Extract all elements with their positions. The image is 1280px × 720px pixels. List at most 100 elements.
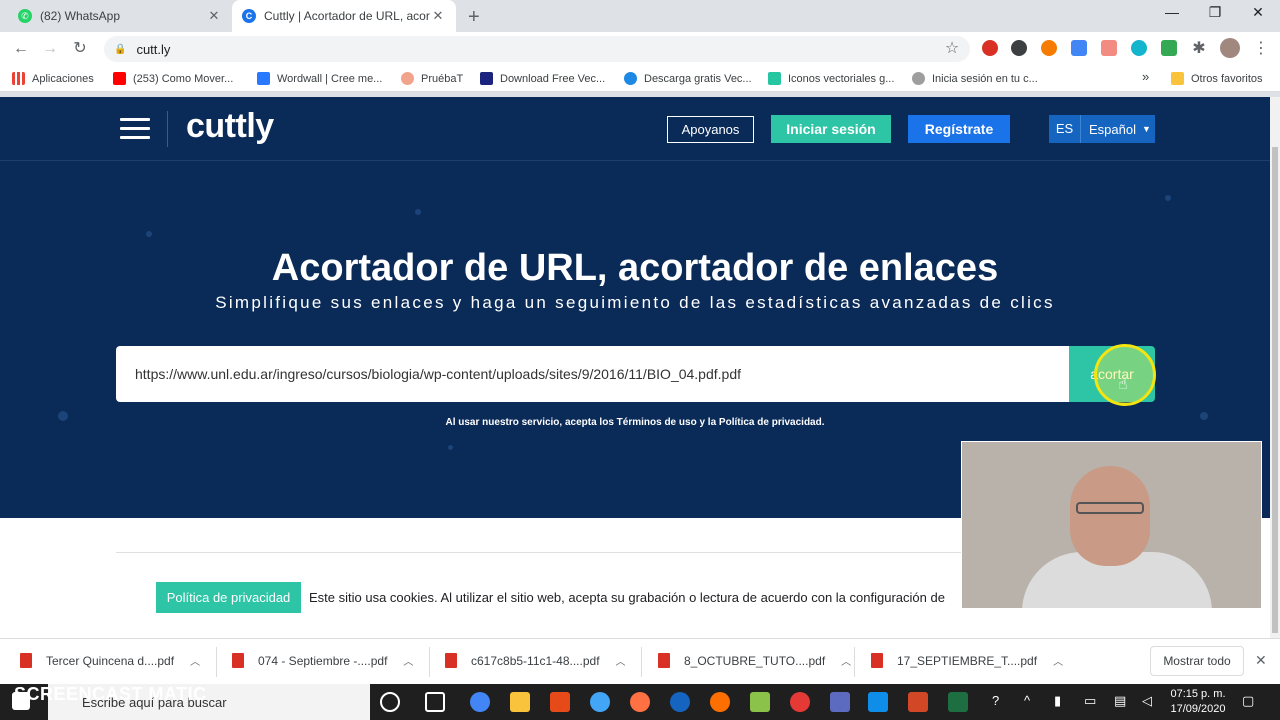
app-icon[interactable] <box>750 692 770 712</box>
reload-icon[interactable]: ↻ <box>69 38 91 60</box>
tab-cuttly[interactable]: C Cuttly | Acortador de URL, acorta ✕ <box>232 0 456 32</box>
firefox-icon[interactable] <box>710 692 730 712</box>
cuttly-favicon-icon: C <box>242 9 256 23</box>
download-item[interactable]: 8_OCTUBRE_TUTO....pdf ︿ <box>658 653 851 668</box>
divider <box>429 647 430 677</box>
recorded-with-label: RECORDED WITH <box>16 668 93 678</box>
bookmark-label: Otros favoritos <box>1191 72 1263 85</box>
freepik-icon <box>624 72 637 85</box>
tab-whatsapp[interactable]: ✆ (82) WhatsApp ✕ <box>8 0 232 32</box>
divider <box>854 647 855 677</box>
app-icon[interactable] <box>670 692 690 712</box>
register-button[interactable]: Regístrate <box>908 115 1010 143</box>
bookmark-item[interactable]: PruébaT <box>401 72 463 85</box>
page-scrollbar[interactable] <box>1270 97 1280 638</box>
download-item[interactable]: 17_SEPTIEMBRE_T....pdf ︿ <box>871 653 1063 668</box>
download-item[interactable]: c617c8b5-11c1-48....pdf ︿ <box>445 653 626 668</box>
download-extension-icon[interactable] <box>1011 40 1027 56</box>
bookmark-label: Iconos vectoriales g... <box>788 72 895 85</box>
download-item[interactable]: 074 - Septiembre -....pdf ︿ <box>232 653 413 668</box>
support-button[interactable]: Apoyanos <box>667 116 754 143</box>
bookmark-item[interactable]: Download Free Vec... <box>480 72 605 85</box>
bookmark-apps[interactable]: Aplicaciones <box>12 72 94 85</box>
avatar[interactable] <box>1220 38 1240 58</box>
background-dot <box>415 209 421 215</box>
download-filename: Tercer Quincena d....pdf <box>46 653 175 668</box>
app-icon[interactable] <box>630 692 650 712</box>
close-downloads-icon[interactable]: ✕ <box>1255 652 1267 669</box>
downloads-bar: Tercer Quincena d....pdf ︿ 074 - Septiem… <box>0 638 1280 684</box>
download-item[interactable]: Tercer Quincena d....pdf ︿ <box>20 653 200 668</box>
chevron-up-icon[interactable]: ︿ <box>841 653 851 668</box>
volume-icon[interactable]: ◁ <box>1142 693 1152 709</box>
teamviewer-icon[interactable] <box>868 692 888 712</box>
close-tab-icon[interactable]: ✕ <box>430 8 446 24</box>
cortana-icon[interactable] <box>380 692 400 712</box>
whatsapp-icon: ✆ <box>18 9 32 23</box>
extension-icon[interactable] <box>1131 40 1147 56</box>
chevron-up-icon[interactable]: ︿ <box>1053 653 1063 668</box>
file-explorer-icon[interactable] <box>510 692 530 712</box>
taskbar-clock[interactable]: 07:15 p. m. 17/09/2020 <box>1164 687 1232 717</box>
excel-icon[interactable] <box>948 692 968 712</box>
restore-icon[interactable]: ❐ <box>1205 4 1225 21</box>
show-all-downloads-button[interactable]: Mostrar todo <box>1150 646 1244 676</box>
bookmark-item[interactable]: Iconos vectoriales g... <box>768 72 894 85</box>
screencast-icon[interactable] <box>590 692 610 712</box>
help-icon[interactable]: ? <box>992 693 999 708</box>
minimize-icon[interactable]: — <box>1162 4 1182 20</box>
scrollbar-thumb[interactable] <box>1272 147 1278 633</box>
star-icon[interactable]: ☆ <box>941 38 963 60</box>
chrome-icon[interactable] <box>470 692 490 712</box>
download-filename: 8_OCTUBRE_TUTO....pdf <box>684 653 826 668</box>
address-text: cutt.ly <box>136 41 171 57</box>
close-window-icon[interactable]: ✕ <box>1248 4 1268 21</box>
bookmark-item[interactable]: (253) Como Mover... <box>113 72 233 85</box>
app-icon[interactable] <box>790 692 810 712</box>
login-button[interactable]: Iniciar sesión <box>771 115 891 143</box>
bookmark-item[interactable]: Inicia sesión en tu c... <box>912 72 1038 85</box>
language-selector[interactable]: ES Español ▼ <box>1049 115 1155 143</box>
hamburger-menu-icon[interactable] <box>120 118 150 140</box>
calculator-icon[interactable] <box>830 692 850 712</box>
bookmark-label: (253) Como Mover... <box>133 72 234 85</box>
site-navbar: cuttly Apoyanos Iniciar sesión Regístrat… <box>0 97 1270 161</box>
bookmark-label: Descarga gratis Vec... <box>644 72 752 85</box>
chevron-up-icon[interactable]: ︿ <box>616 653 626 668</box>
hero-title: Acortador de URL, acortador de enlaces <box>271 247 999 289</box>
bookmarks-overflow-icon[interactable]: » <box>1142 69 1149 84</box>
forward-icon[interactable]: → <box>39 38 61 60</box>
chevron-up-icon[interactable]: ︿ <box>403 653 413 668</box>
tab-title: (82) WhatsApp <box>40 9 121 23</box>
url-input[interactable] <box>116 346 1069 402</box>
extension-icon[interactable] <box>1161 40 1177 56</box>
privacy-policy-button[interactable]: Política de privacidad <box>156 582 301 613</box>
bookmark-item[interactable]: Descarga gratis Vec... <box>624 72 752 85</box>
close-tab-icon[interactable]: ✕ <box>206 8 222 24</box>
cuttly-logo[interactable]: cuttly <box>186 107 274 146</box>
puzzle-icon[interactable]: ✱ <box>1188 38 1210 60</box>
translate-icon[interactable] <box>1071 40 1087 56</box>
extension-icon[interactable] <box>1101 40 1117 56</box>
extension-icon[interactable] <box>1041 40 1057 56</box>
notifications-icon[interactable]: ▢ <box>1242 693 1254 709</box>
language-code: ES <box>1049 115 1081 143</box>
chevron-up-icon[interactable]: ︿ <box>190 653 200 668</box>
new-tab-icon[interactable]: + <box>468 6 480 29</box>
app-icon[interactable] <box>550 692 570 712</box>
bookmark-label: PruébaT <box>421 72 464 85</box>
terms-text: Al usar nuestro servicio, acepta los Tér… <box>445 417 825 428</box>
task-view-icon[interactable] <box>425 692 445 712</box>
powerpoint-icon[interactable] <box>908 692 928 712</box>
menu-icon[interactable]: ⋮ <box>1250 38 1272 60</box>
microphone-icon[interactable]: ▮ <box>1054 693 1061 709</box>
cookie-text: Este sitio usa cookies. Al utilizar el s… <box>309 590 945 605</box>
extension-icon[interactable] <box>982 40 998 56</box>
network-icon[interactable]: ▤ <box>1114 693 1126 709</box>
bookmark-item[interactable]: Wordwall | Cree me... <box>257 72 382 85</box>
address-bar[interactable]: 🔒 cutt.ly <box>104 36 970 62</box>
back-icon[interactable]: ← <box>10 38 32 60</box>
battery-icon[interactable]: ▭ <box>1084 693 1096 709</box>
bookmark-other[interactable]: Otros favoritos <box>1171 72 1263 85</box>
tray-chevron-icon[interactable]: ^ <box>1024 693 1030 708</box>
